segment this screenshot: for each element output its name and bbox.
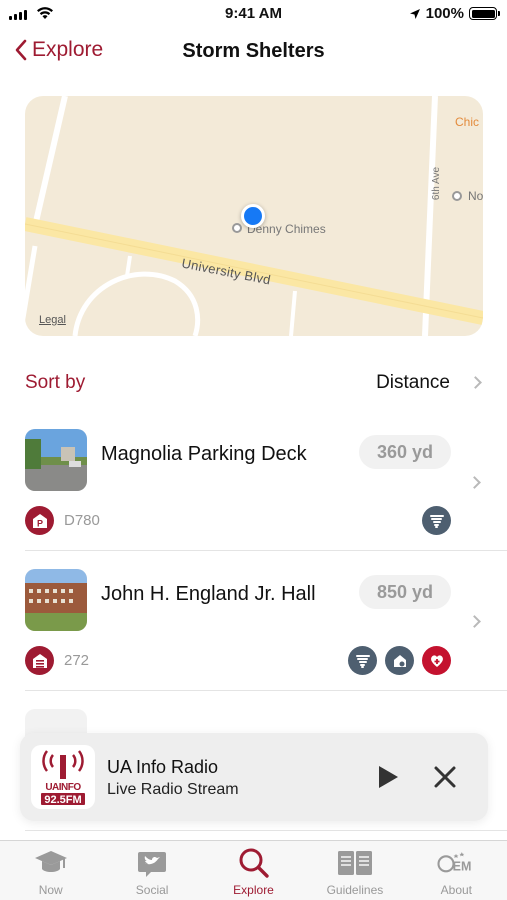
close-icon: [434, 766, 456, 788]
oem-logo-icon: EM: [436, 847, 476, 879]
distance-badge: 850 yd: [359, 575, 451, 609]
svg-text:92.5FM: 92.5FM: [44, 794, 81, 806]
tab-explore[interactable]: Explore: [203, 841, 304, 900]
room-code: D780: [64, 512, 100, 529]
player-subtitle: Live Radio Stream: [107, 781, 239, 798]
tab-social[interactable]: Social: [101, 841, 202, 900]
battery-percent: 100%: [425, 5, 464, 22]
room-code: 272: [64, 652, 90, 669]
map-view[interactable]: Legal University Blvd Denny Chimes 6th A…: [25, 96, 483, 336]
page-title: Storm Shelters: [182, 40, 325, 62]
radio-logo: UAINFO 92.5FM: [31, 745, 95, 809]
map-edge-label: Chic: [455, 115, 480, 129]
row-divider: [25, 830, 507, 831]
avenue-label: 6th Ave: [431, 166, 443, 201]
sort-label: Sort by: [25, 372, 86, 393]
graduation-cap-icon: [31, 847, 71, 879]
book-icon: [335, 847, 375, 879]
svg-text:P: P: [36, 518, 42, 528]
tornado-icon: [348, 646, 377, 675]
shelter-name: John H. England Jr. Hall: [101, 583, 316, 605]
shelter-photo: [25, 569, 87, 631]
play-button[interactable]: [375, 763, 401, 791]
now-playing-bar[interactable]: UAINFO 92.5FM UA Info Radio Live Radio S…: [20, 733, 488, 821]
distance-badge: 360 yd: [359, 435, 451, 469]
svg-text:UAINFO: UAINFO: [45, 782, 81, 793]
current-location-dot: [241, 204, 265, 228]
status-bar: 9:41 AM 100%: [0, 0, 507, 28]
player-title: UA Info Radio: [107, 757, 219, 777]
shelter-tags: [348, 646, 451, 675]
close-player-button[interactable]: [432, 763, 458, 791]
social-bird-icon: [132, 847, 172, 879]
sort-row[interactable]: Sort by Distance: [0, 366, 507, 400]
heart-health-icon: [422, 646, 451, 675]
building-icon: [25, 646, 54, 675]
map-edge-label: No: [468, 189, 483, 203]
map-legal-link[interactable]: Legal: [39, 314, 66, 326]
tab-bar: Now Social Explore Guidelines EM About: [0, 840, 507, 900]
tab-label: About: [440, 883, 472, 897]
sort-value: Distance: [376, 372, 450, 393]
shelter-row[interactable]: John H. England Jr. Hall 850 yd 272: [0, 551, 507, 691]
parking-icon: P: [25, 506, 54, 535]
chevron-right-icon: [469, 376, 482, 389]
chevron-right-icon: [468, 615, 481, 628]
battery-icon: [469, 7, 500, 20]
search-icon: [234, 847, 274, 879]
play-icon: [379, 766, 398, 788]
shelter-tags: [422, 506, 451, 535]
tab-label: Social: [135, 883, 169, 897]
shelter-photo: [25, 429, 87, 491]
poi-marker-icon: [452, 191, 462, 201]
location-arrow-icon: [409, 8, 420, 19]
tab-label: Now: [38, 883, 63, 897]
shelter-name: Magnolia Parking Deck: [101, 443, 307, 465]
shelter-home-icon: [385, 646, 414, 675]
tab-label: Explore: [233, 883, 274, 897]
tab-about[interactable]: EM About: [406, 841, 507, 900]
tab-label: Guidelines: [326, 883, 384, 897]
navigation-bar: Explore Storm Shelters: [0, 30, 507, 74]
chevron-right-icon: [468, 476, 481, 489]
tornado-icon: [422, 506, 451, 535]
tab-now[interactable]: Now: [0, 841, 101, 900]
poi-marker-icon: [232, 223, 242, 233]
shelter-row[interactable]: Magnolia Parking Deck 360 yd P D780: [0, 411, 507, 551]
svg-text:EM: EM: [453, 860, 472, 874]
tab-guidelines[interactable]: Guidelines: [304, 841, 405, 900]
